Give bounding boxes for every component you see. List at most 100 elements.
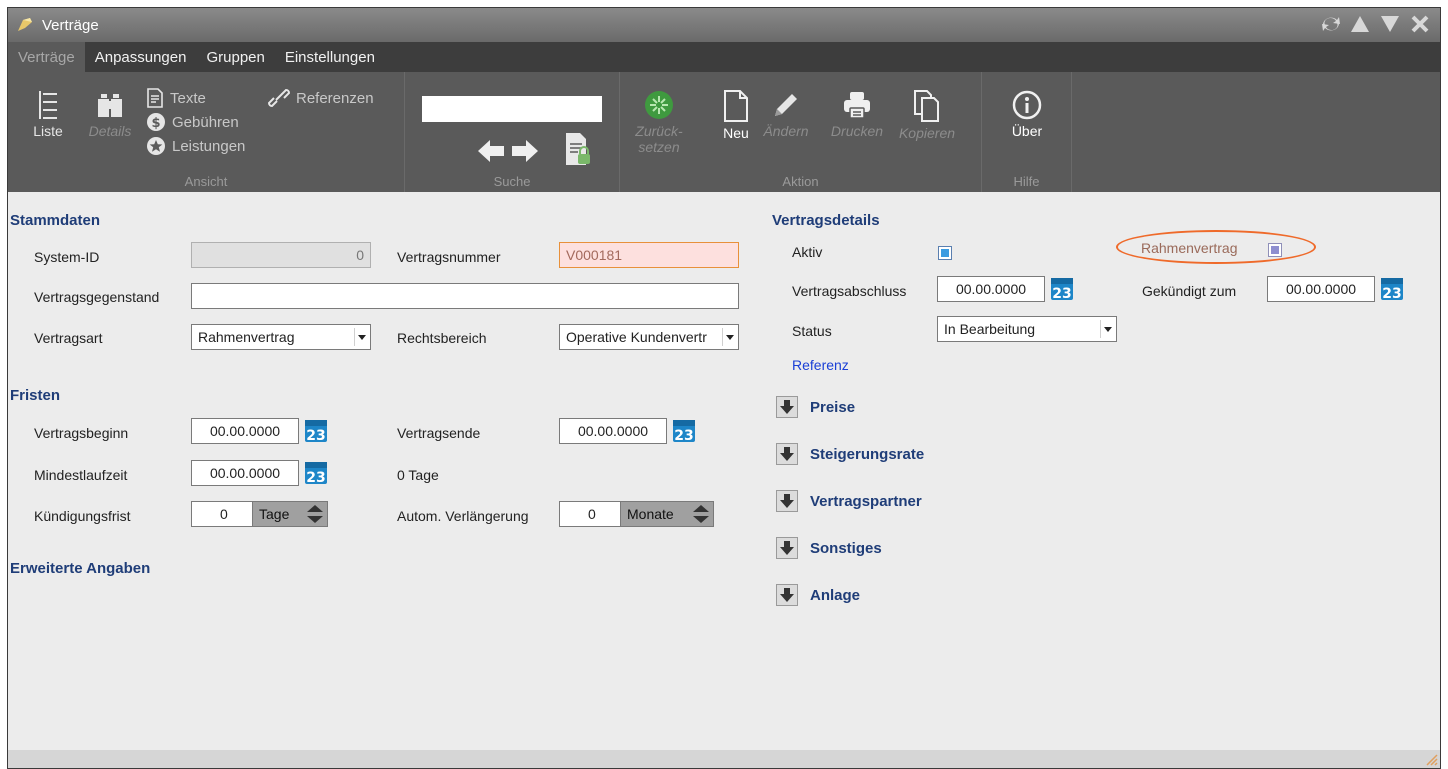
expand-arrow-icon[interactable] <box>776 584 798 606</box>
chevron-down-icon[interactable] <box>354 328 368 346</box>
spinner-icon[interactable] <box>692 504 710 524</box>
vertragsart-select[interactable]: Rahmenvertrag <box>191 324 371 350</box>
gekuendigt-label: Gekündigt zum <box>1142 283 1237 299</box>
expander-sonstiges[interactable]: Sonstiges <box>776 537 882 559</box>
fristen-heading: Fristen <box>10 387 61 404</box>
dollar-icon: $ <box>147 113 165 131</box>
vertragsnummer-field[interactable]: V000181 <box>559 242 739 268</box>
aendern-button[interactable]: Ändern <box>756 90 816 139</box>
aendern-label: Ändern <box>763 123 809 139</box>
move-down-icon[interactable] <box>1380 14 1400 34</box>
spinner-icon[interactable] <box>306 504 324 524</box>
rechtsbereich-select[interactable]: Operative Kundenvertr <box>559 324 739 350</box>
gebuehren-button[interactable]: $ Gebühren <box>146 112 239 132</box>
search-input[interactable] <box>422 96 602 122</box>
vertragsnummer-label: Vertragsnummer <box>397 249 501 265</box>
close-icon[interactable] <box>1410 14 1430 34</box>
calendar-icon[interactable]: 23 <box>304 459 328 485</box>
aktiv-checkbox[interactable] <box>938 246 952 260</box>
vertragsabschluss-field[interactable]: 00.00.0000 <box>937 276 1045 302</box>
referenz-link[interactable]: Referenz <box>792 357 849 373</box>
gebuehren-label: Gebühren <box>172 113 239 131</box>
rahmenvertrag-checkbox[interactable] <box>1268 243 1282 257</box>
expander-vertragspartner[interactable]: Vertragspartner <box>776 490 922 512</box>
expander-sonstiges-label: Sonstiges <box>810 539 882 557</box>
verlaengerung-field[interactable]: 0 <box>559 501 621 527</box>
rahmenvertrag-checkbox-mark <box>1271 246 1279 254</box>
expand-arrow-icon[interactable] <box>776 490 798 512</box>
leistungen-label: Leistungen <box>172 137 246 155</box>
details-button[interactable]: Details <box>84 90 136 139</box>
ribbon-group-aktion: Zurück- setzen Neu Ändern Drucken Kopier… <box>620 72 982 192</box>
resize-grip-icon[interactable] <box>1424 752 1438 766</box>
chevron-down-icon[interactable] <box>1100 320 1114 338</box>
expand-arrow-icon[interactable] <box>776 396 798 418</box>
aktiv-label: Aktiv <box>792 244 823 260</box>
window-title: Verträge <box>42 16 99 34</box>
vertragsende-label: Vertragsende <box>397 425 481 441</box>
menu-tab-einstellungen[interactable]: Einstellungen <box>275 42 385 72</box>
mindestlaufzeit-label: Mindestlaufzeit <box>34 467 128 483</box>
kopieren-label: Kopieren <box>898 125 956 141</box>
arrow-left-icon[interactable] <box>478 140 504 165</box>
texte-label: Texte <box>170 89 206 107</box>
vertragsgegenstand-field[interactable] <box>191 283 739 309</box>
kopieren-button[interactable]: Kopieren <box>892 90 962 141</box>
binoculars-icon <box>98 94 122 117</box>
link-icon <box>268 88 290 108</box>
expand-arrow-icon[interactable] <box>776 537 798 559</box>
calendar-day-number: 23 <box>1052 286 1071 301</box>
gekuendigt-field[interactable]: 00.00.0000 <box>1267 276 1375 302</box>
referenzen-button[interactable]: Referenzen <box>268 88 374 108</box>
move-up-icon[interactable] <box>1350 14 1370 34</box>
contracts-window: Verträge Verträge Anpassungen Gruppen Ei… <box>7 7 1441 769</box>
document-lock-icon[interactable] <box>564 132 592 169</box>
menu-tab-anpassungen[interactable]: Anpassungen <box>85 42 197 72</box>
vertragsbeginn-field[interactable]: 00.00.0000 <box>191 418 299 444</box>
vertragsende-field[interactable]: 00.00.0000 <box>559 418 667 444</box>
rahmenvertrag-label: Rahmenvertrag <box>1141 240 1238 256</box>
menu-tab-gruppen[interactable]: Gruppen <box>196 42 274 72</box>
expand-arrow-icon[interactable] <box>776 443 798 465</box>
leistungen-button[interactable]: Leistungen <box>146 136 245 156</box>
liste-button[interactable]: Liste <box>28 90 68 139</box>
title-bar: Verträge <box>8 8 1440 42</box>
vertragsbeginn-label: Vertragsbeginn <box>34 425 129 441</box>
calendar-icon[interactable]: 23 <box>304 417 328 443</box>
drucken-button[interactable]: Drucken <box>822 90 892 139</box>
mindestlaufzeit-field[interactable]: 00.00.0000 <box>191 460 299 486</box>
pencil-icon <box>775 94 797 116</box>
new-document-icon <box>724 90 748 122</box>
chevron-down-icon[interactable] <box>722 328 736 346</box>
expander-vertragspartner-label: Vertragspartner <box>810 492 922 510</box>
mindestlaufzeit-days-text: 0 Tage <box>397 467 439 483</box>
ueber-button[interactable]: Über <box>1007 90 1047 139</box>
kuendigungsfrist-unit: Tage <box>253 501 328 527</box>
vertragsart-label: Vertragsart <box>34 330 103 346</box>
liste-label: Liste <box>33 123 63 139</box>
expander-preise[interactable]: Preise <box>776 396 855 418</box>
neu-label: Neu <box>723 125 749 141</box>
rechtsbereich-label: Rechtsbereich <box>397 330 487 346</box>
calendar-icon[interactable]: 23 <box>1050 275 1074 301</box>
calendar-icon[interactable]: 23 <box>672 417 696 443</box>
arrow-right-icon[interactable] <box>512 140 538 165</box>
calendar-icon[interactable]: 23 <box>1380 275 1404 301</box>
list-icon <box>39 91 57 119</box>
expander-steigerungsrate[interactable]: Steigerungsrate <box>776 443 924 465</box>
stammdaten-heading: Stammdaten <box>10 212 101 229</box>
verlaengerung-unit-label: Monate <box>627 506 674 522</box>
menu-tab-vertraege[interactable]: Verträge <box>8 42 85 72</box>
expander-anlage[interactable]: Anlage <box>776 584 860 606</box>
texte-button[interactable]: Texte <box>146 88 206 108</box>
star-icon <box>147 137 165 155</box>
app-icon <box>18 18 32 31</box>
status-select[interactable]: In Bearbeitung <box>937 316 1117 342</box>
expander-anlage-label: Anlage <box>810 586 861 604</box>
calendar-day-number: 23 <box>306 470 325 485</box>
refresh-icon[interactable] <box>1320 14 1340 34</box>
zuruecksetzen-button[interactable]: Zurück- setzen <box>634 90 684 155</box>
kuendigungsfrist-field[interactable]: 0 <box>191 501 253 527</box>
ansicht-group-label: Ansicht <box>184 174 228 189</box>
neu-button[interactable]: Neu <box>716 90 756 141</box>
